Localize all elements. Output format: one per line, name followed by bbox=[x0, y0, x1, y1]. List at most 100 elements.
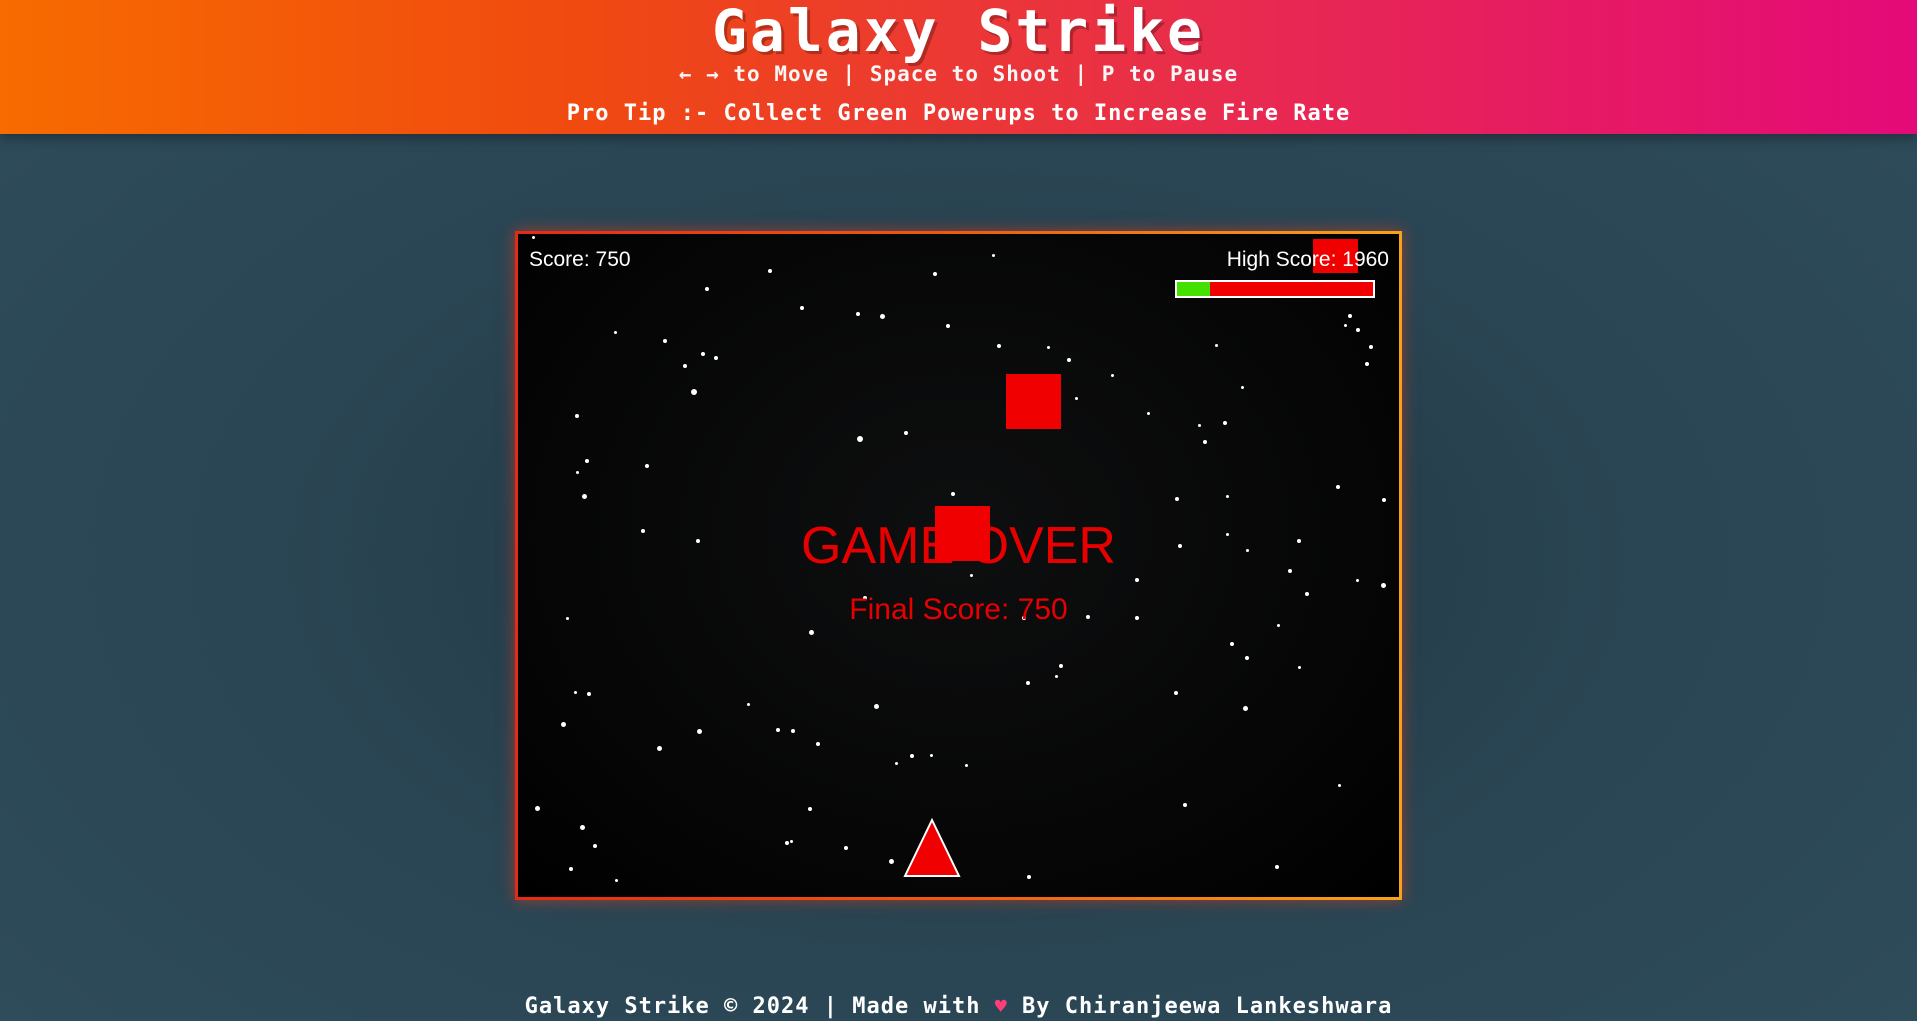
star bbox=[701, 352, 705, 356]
game-frame: Score: 750 High Score: 1960 GAME OVER Fi… bbox=[515, 231, 1402, 900]
star bbox=[844, 846, 848, 850]
star bbox=[1067, 358, 1071, 362]
star bbox=[785, 841, 789, 845]
star bbox=[874, 704, 879, 709]
power-bar-fill bbox=[1177, 282, 1211, 296]
star bbox=[895, 762, 898, 765]
star bbox=[1075, 397, 1078, 400]
star bbox=[585, 459, 589, 463]
star bbox=[1047, 346, 1050, 349]
footer-text-post: By Chiranjeewa Lankeshwara bbox=[1007, 994, 1393, 1019]
final-score-text: Final Score: 750 bbox=[849, 593, 1068, 626]
star bbox=[1055, 675, 1058, 678]
star bbox=[576, 471, 579, 474]
star bbox=[569, 867, 573, 871]
star bbox=[1298, 666, 1301, 669]
star bbox=[1203, 440, 1207, 444]
star bbox=[580, 825, 585, 830]
star bbox=[997, 344, 1001, 348]
star bbox=[663, 339, 667, 343]
heart-icon: ♥ bbox=[994, 994, 1008, 1018]
star bbox=[683, 364, 687, 368]
controls-hint: ← → to Move | Space to Shoot | P to Paus… bbox=[678, 62, 1239, 86]
game-canvas[interactable]: Score: 750 High Score: 1960 GAME OVER Fi… bbox=[518, 234, 1399, 897]
star bbox=[930, 754, 933, 757]
pro-tip: Pro Tip :- Collect Green Powerups to Inc… bbox=[566, 101, 1351, 126]
star bbox=[904, 431, 908, 435]
star bbox=[1183, 803, 1187, 807]
star bbox=[1338, 784, 1341, 787]
star bbox=[1356, 328, 1360, 332]
enemy-block bbox=[1006, 374, 1061, 429]
star bbox=[574, 691, 577, 694]
star bbox=[1111, 374, 1114, 377]
star bbox=[790, 840, 793, 843]
star bbox=[1215, 344, 1218, 347]
header-banner: Galaxy Strike ← → to Move | Space to Sho… bbox=[0, 0, 1917, 134]
high-score-display: High Score: 1960 bbox=[1226, 248, 1389, 271]
star bbox=[1241, 386, 1244, 389]
footer-text-pre: Galaxy Strike © 2024 | Made with bbox=[524, 994, 995, 1019]
star bbox=[1336, 485, 1340, 489]
star bbox=[1348, 314, 1352, 318]
star bbox=[645, 464, 649, 468]
star bbox=[933, 272, 937, 276]
star bbox=[615, 879, 618, 882]
star bbox=[1059, 664, 1063, 668]
star bbox=[575, 414, 579, 418]
star bbox=[1365, 362, 1369, 366]
star bbox=[1275, 865, 1279, 869]
footer: Galaxy Strike © 2024 | Made with ♥ By Ch… bbox=[0, 992, 1917, 1021]
star bbox=[532, 236, 535, 239]
star bbox=[691, 389, 697, 395]
star bbox=[951, 492, 955, 496]
star bbox=[880, 314, 885, 319]
star bbox=[808, 807, 812, 811]
star bbox=[816, 742, 820, 746]
star bbox=[1230, 642, 1234, 646]
star bbox=[657, 746, 662, 751]
star bbox=[965, 764, 968, 767]
star bbox=[809, 630, 814, 635]
star bbox=[1198, 424, 1201, 427]
star bbox=[992, 254, 995, 257]
star bbox=[1174, 691, 1178, 695]
enemy-block bbox=[935, 506, 990, 561]
star bbox=[768, 269, 772, 273]
star bbox=[1382, 498, 1386, 502]
star bbox=[593, 844, 597, 848]
star bbox=[614, 331, 617, 334]
star bbox=[697, 729, 702, 734]
star bbox=[587, 692, 591, 696]
star bbox=[1175, 497, 1179, 501]
star bbox=[857, 436, 863, 442]
star bbox=[561, 722, 566, 727]
star bbox=[714, 356, 718, 360]
star bbox=[582, 494, 587, 499]
star bbox=[776, 728, 780, 732]
star bbox=[791, 729, 795, 733]
power-bar bbox=[1175, 280, 1375, 298]
game-title: Galaxy Strike bbox=[712, 0, 1205, 65]
star bbox=[1027, 875, 1031, 879]
star bbox=[1356, 579, 1359, 582]
score-display: Score: 750 bbox=[529, 248, 631, 271]
star bbox=[705, 287, 709, 291]
star bbox=[1135, 578, 1139, 582]
star bbox=[1026, 681, 1030, 685]
star bbox=[1369, 345, 1373, 349]
star bbox=[800, 306, 804, 310]
star bbox=[946, 324, 950, 328]
star bbox=[1245, 656, 1249, 660]
star bbox=[910, 754, 914, 758]
star bbox=[1344, 324, 1347, 327]
star bbox=[1223, 421, 1227, 425]
star bbox=[889, 859, 894, 864]
star bbox=[856, 312, 860, 316]
player-ship bbox=[903, 817, 961, 877]
star bbox=[1226, 495, 1229, 498]
star bbox=[535, 806, 540, 811]
star bbox=[1147, 412, 1150, 415]
star bbox=[747, 703, 750, 706]
star bbox=[1381, 583, 1386, 588]
